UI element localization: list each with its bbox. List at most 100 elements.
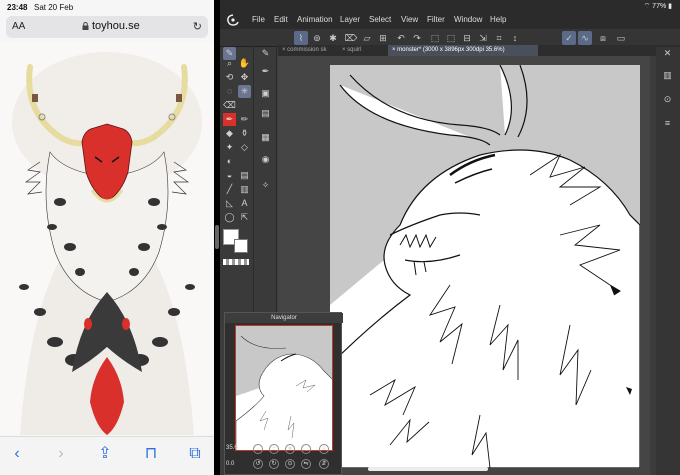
layer-options-button[interactable]: ⧈	[596, 31, 610, 45]
drawing-canvas[interactable]	[330, 65, 640, 468]
menu-select[interactable]: Select	[369, 15, 391, 24]
zoom-in-icon[interactable]: +	[269, 444, 279, 454]
ruler-button[interactable]: ✱	[326, 31, 340, 45]
fill-button[interactable]: ▱	[360, 31, 374, 45]
subtool-color-icon[interactable]: ◉	[259, 153, 272, 166]
reference-button[interactable]: ▭	[614, 31, 628, 45]
tabs-button[interactable]: ⧉	[186, 445, 204, 463]
gradient-icon[interactable]: ▤	[238, 169, 251, 182]
undo-button[interactable]: ↶	[394, 31, 408, 45]
forward-button[interactable]: ›	[52, 445, 70, 463]
fit-view-icon[interactable]: ⬚	[301, 444, 311, 454]
flip-horizontal-icon[interactable]: ⇋	[301, 459, 311, 469]
brush-icon[interactable]: ◆	[223, 127, 236, 140]
tab-label: squirl	[347, 47, 362, 53]
zoom-icon[interactable]: ⌕	[223, 57, 236, 70]
divider-handle[interactable]	[215, 225, 219, 249]
ruler-icon[interactable]: ◺	[223, 197, 236, 210]
navigator-rotation-value[interactable]: 0.0	[226, 461, 234, 467]
subtool-layer-icon[interactable]: ▣	[259, 87, 272, 100]
zoom-out-icon[interactable]: −	[253, 444, 263, 454]
lock-icon	[82, 22, 89, 30]
share-button[interactable]: ⇪	[96, 445, 114, 463]
magic-wand-icon[interactable]: ✳	[238, 85, 251, 98]
pen-red-icon[interactable]: ✒	[223, 113, 236, 126]
navigator-preview[interactable]	[235, 325, 333, 451]
rotate-left-icon[interactable]: ↺	[253, 459, 263, 469]
airbrush-icon[interactable]: ⚱	[238, 127, 251, 140]
navigator-zoom-value[interactable]: 35.6	[226, 445, 238, 451]
sub-color-swatch[interactable]	[234, 239, 248, 253]
layer-properties-icon[interactable]: ▥	[661, 69, 674, 82]
clear-button[interactable]: ⌦	[344, 31, 358, 45]
balloon-icon[interactable]: ◯	[223, 211, 236, 224]
address-bar[interactable]: AA toyhou.se ↻	[6, 16, 208, 38]
tool-palette: ✎ ⌕ ✋ ⟲ ✥ ◌ ✳ ⌫ ✒ ✏ ◆ ⚱ ✦ ◇ ◐ ◒ ▤ ╱ ▥ ◺ …	[220, 47, 254, 322]
app-logo-icon[interactable]	[226, 14, 240, 27]
navigator-panel-icon[interactable]: ⊙	[661, 93, 674, 106]
panel-collapse-icon[interactable]: ✕	[661, 47, 674, 60]
menu-view[interactable]: View	[401, 15, 418, 24]
tab-squirl[interactable]: × squirl	[338, 45, 386, 56]
actual-size-icon[interactable]: ■	[285, 444, 295, 454]
menu-help[interactable]: Help	[490, 15, 506, 24]
view-toggle-button[interactable]: ⊚	[310, 31, 324, 45]
blend-icon[interactable]: ◐	[223, 155, 236, 168]
trim-button[interactable]: ⊞	[376, 31, 390, 45]
eraser-icon[interactable]: ◇	[238, 141, 251, 154]
layers-panel-icon[interactable]: ≡	[661, 117, 674, 130]
home-indicator[interactable]	[368, 467, 488, 471]
redo-button[interactable]: ↷	[410, 31, 424, 45]
menu-file[interactable]: File	[252, 15, 265, 24]
flip-icon[interactable]: ⧈	[319, 444, 329, 454]
stabilizer-button[interactable]: ✓	[562, 31, 576, 45]
reset-rotation-icon[interactable]: ⊙	[285, 459, 295, 469]
tab-monster[interactable]: × monster* (3000 x 3896px 300dpi 35.6%)	[388, 45, 538, 56]
transform-button[interactable]: ⇲	[476, 31, 490, 45]
invert-selection-button[interactable]: ⊟	[460, 31, 474, 45]
navigator-thumbnail	[236, 326, 332, 450]
text-icon[interactable]: A	[238, 197, 251, 210]
snap-toggle-button[interactable]: ⌇	[294, 31, 308, 45]
tab-commission-sketch[interactable]: × commission sk	[278, 45, 336, 56]
eyedropper-icon[interactable]: ⌫	[223, 99, 236, 112]
menu-edit[interactable]: Edit	[274, 15, 288, 24]
tab-label: commission sk	[287, 47, 327, 53]
figure-icon[interactable]: ╱	[223, 183, 236, 196]
clip-studio-window: ⌔ 77% ▮ File Edit Animation Layer Select…	[220, 0, 680, 475]
transparent-color-swatch[interactable]	[223, 259, 249, 265]
hand-icon[interactable]: ✋	[238, 57, 251, 70]
crop-button[interactable]: ⌗	[492, 31, 506, 45]
rotate-right-icon[interactable]: ↻	[269, 459, 279, 469]
rotate-icon[interactable]: ⟲	[223, 71, 236, 84]
url-text[interactable]: toyhou.se	[92, 20, 140, 32]
menu-filter[interactable]: Filter	[427, 15, 445, 24]
flip-vertical-icon[interactable]: ⇵	[319, 459, 329, 469]
move-button[interactable]: ↕	[508, 31, 522, 45]
bookmarks-button[interactable]: ⊓	[142, 445, 160, 463]
decoration-icon[interactable]: ✦	[223, 141, 236, 154]
subtool-settings-icon[interactable]: ✎	[259, 47, 272, 60]
pencil-icon[interactable]: ✏	[238, 113, 251, 126]
sub-tool-palette: ✎ ✒ ▣ ▤ ▦ ◉ ✧	[255, 47, 277, 322]
frame-icon[interactable]: ▥	[238, 183, 251, 196]
menu-layer[interactable]: Layer	[340, 15, 360, 24]
subtool-property-icon[interactable]: ▤	[259, 107, 272, 120]
fill-icon[interactable]: ◒	[223, 169, 236, 182]
subtool-effect-icon[interactable]: ✧	[259, 179, 272, 192]
reader-options-button[interactable]: AA	[12, 21, 25, 32]
smoothing-button[interactable]: ∿	[578, 31, 592, 45]
subtool-brush-size-icon[interactable]: ▦	[259, 131, 272, 144]
navigator-title[interactable]: Navigator	[225, 313, 343, 323]
menu-animation[interactable]: Animation	[297, 15, 333, 24]
dragon-lineart	[330, 65, 640, 468]
move-icon[interactable]: ✥	[238, 71, 251, 84]
reload-icon[interactable]: ↻	[193, 20, 202, 33]
back-button[interactable]: ‹	[8, 445, 26, 463]
correct-line-icon[interactable]: ⇱	[238, 211, 251, 224]
menu-window[interactable]: Window	[454, 15, 482, 24]
subtool-pen-icon[interactable]: ✒	[259, 65, 272, 78]
select-all-button[interactable]: ⬚	[428, 31, 442, 45]
deselect-button[interactable]: ⬚	[444, 31, 458, 45]
lasso-icon[interactable]: ◌	[223, 85, 236, 98]
